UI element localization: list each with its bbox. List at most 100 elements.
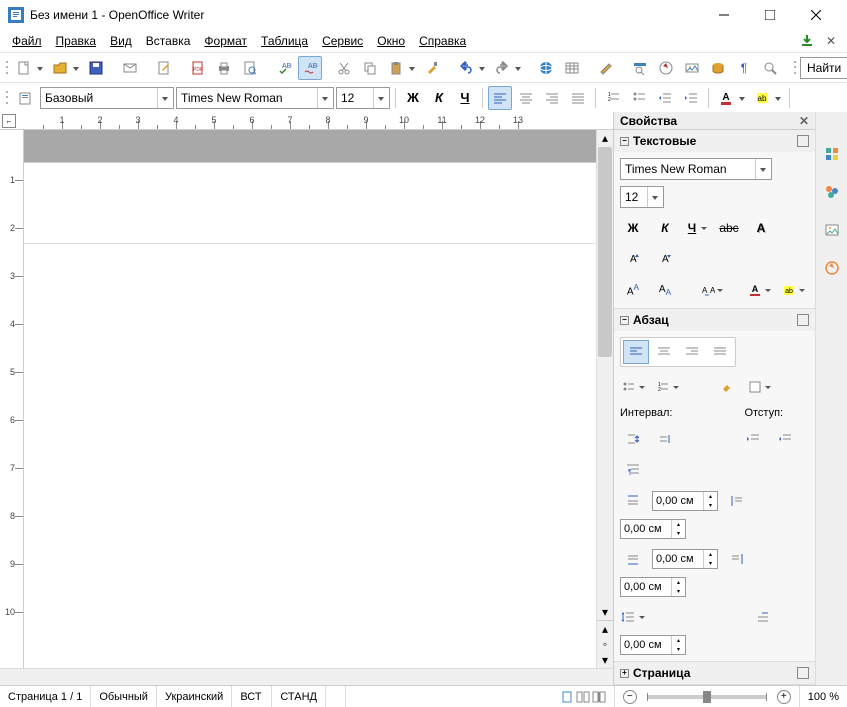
sidebar-char-spacing-button[interactable]: AA <box>698 278 726 302</box>
font-size-select[interactable]: 12 <box>336 87 390 109</box>
document-canvas[interactable] <box>24 130 596 668</box>
download-update-icon[interactable] <box>795 29 819 53</box>
font-name-select[interactable]: Times New Roman <box>176 87 334 109</box>
sidebar-size-select[interactable]: 12 <box>620 186 664 208</box>
print-button[interactable] <box>212 56 236 80</box>
status-selection-mode[interactable]: СТАНД <box>272 686 326 707</box>
menu-file[interactable]: Файл <box>6 32 48 50</box>
menu-help[interactable]: Справка <box>413 32 472 50</box>
navigator-button[interactable] <box>654 56 678 80</box>
sidebar-inc-spacing[interactable] <box>620 427 646 451</box>
below-spacing-input[interactable]: ▴▾ <box>652 549 718 569</box>
menu-insert[interactable]: Вставка <box>140 32 197 50</box>
sidebar-tab-navigator[interactable] <box>820 256 844 280</box>
print-preview-button[interactable] <box>238 56 262 80</box>
italic-button[interactable]: К <box>427 86 451 110</box>
menu-window[interactable]: Окно <box>371 32 411 50</box>
copy-button[interactable] <box>358 56 382 80</box>
gallery-button[interactable] <box>680 56 704 80</box>
left-indent-input[interactable]: ▴▾ <box>620 519 686 539</box>
align-left-button[interactable] <box>488 86 512 110</box>
sidebar-align-justify[interactable] <box>707 340 733 364</box>
find-replace-button[interactable] <box>628 56 652 80</box>
status-language[interactable]: Украинский <box>157 686 232 707</box>
menu-table[interactable]: Таблица <box>255 32 314 50</box>
zoom-in-button[interactable]: + <box>777 690 791 704</box>
sidebar-section-page-header[interactable]: +Страница <box>614 662 815 684</box>
sidebar-underline-button[interactable]: Ч <box>684 216 710 240</box>
sidebar-close-button[interactable]: ✕ <box>799 114 809 128</box>
zoom-button[interactable] <box>758 56 782 80</box>
toolbar-grip[interactable] <box>4 88 10 108</box>
open-button[interactable] <box>48 56 82 80</box>
redo-button[interactable] <box>490 56 524 80</box>
sidebar-superscript-button[interactable]: AA <box>620 278 646 302</box>
align-center-button[interactable] <box>514 86 538 110</box>
sidebar-numbering-button[interactable]: 12 <box>654 375 682 399</box>
table-button[interactable] <box>560 56 584 80</box>
paste-button[interactable] <box>384 56 418 80</box>
menu-tools[interactable]: Сервис <box>316 32 369 50</box>
cut-button[interactable] <box>332 56 356 80</box>
first-line-indent-input[interactable]: ▴▾ <box>620 635 686 655</box>
autospell-button[interactable]: ABC <box>298 56 322 80</box>
format-paintbrush-button[interactable] <box>420 56 444 80</box>
maximize-button[interactable] <box>747 0 793 30</box>
sidebar-tab-gallery[interactable] <box>820 218 844 242</box>
vertical-scrollbar[interactable]: ▴ ▾ ▴ ◦ ▾ <box>596 130 613 668</box>
font-color-button[interactable]: A <box>714 86 748 110</box>
sidebar-dec-indent[interactable] <box>772 427 798 451</box>
sidebar-grow-font-button[interactable]: A <box>620 246 646 270</box>
sidebar-section-text-header[interactable]: −Текстовые <box>614 130 815 152</box>
sidebar-tab-styles[interactable] <box>820 180 844 204</box>
nonprinting-chars-button[interactable]: ¶ <box>732 56 756 80</box>
toolbar-grip[interactable] <box>4 58 8 78</box>
decrease-indent-button[interactable] <box>653 86 677 110</box>
bullets-button[interactable] <box>627 86 651 110</box>
line-spacing-button[interactable] <box>620 605 648 629</box>
sidebar-subscript-button[interactable]: AA <box>652 278 678 302</box>
highlight-button[interactable]: ab <box>750 86 784 110</box>
status-style[interactable]: Обычный <box>91 686 157 707</box>
align-right-button[interactable] <box>540 86 564 110</box>
mail-button[interactable] <box>118 56 142 80</box>
spellcheck-button[interactable]: ABC <box>272 56 296 80</box>
edit-doc-button[interactable] <box>152 56 176 80</box>
zoom-out-button[interactable]: − <box>623 690 637 704</box>
doc-close-button[interactable]: ✕ <box>821 34 841 48</box>
sidebar-align-center[interactable] <box>651 340 677 364</box>
underline-button[interactable]: Ч <box>453 86 477 110</box>
menu-format[interactable]: Формат <box>198 32 253 50</box>
horizontal-scrollbar[interactable] <box>0 668 613 685</box>
menu-edit[interactable]: Правка <box>50 32 103 50</box>
styles-button[interactable] <box>14 86 38 110</box>
status-insert-mode[interactable]: ВСТ <box>232 686 272 707</box>
zoom-percent[interactable]: 100 % <box>800 686 847 707</box>
sidebar-strike-button[interactable]: abc <box>716 216 742 240</box>
status-signature[interactable] <box>326 686 346 707</box>
sidebar-bgcolor-button[interactable] <box>714 375 740 399</box>
draw-functions-button[interactable] <box>594 56 618 80</box>
sidebar-italic-button[interactable]: К <box>652 216 678 240</box>
sidebar-highlight-button[interactable]: ab <box>780 278 808 302</box>
right-indent-input[interactable]: ▴▾ <box>620 577 686 597</box>
sidebar-align-right[interactable] <box>679 340 705 364</box>
sidebar-align-left[interactable] <box>623 340 649 364</box>
save-button[interactable] <box>84 56 108 80</box>
sidebar-font-color-button[interactable]: A <box>746 278 774 302</box>
export-pdf-button[interactable]: PDF <box>186 56 210 80</box>
toolbar-grip[interactable] <box>792 58 796 78</box>
hyperlink-button[interactable] <box>534 56 558 80</box>
datasources-button[interactable] <box>706 56 730 80</box>
vertical-ruler[interactable]: 12345678910 <box>0 130 24 668</box>
align-justify-button[interactable] <box>566 86 590 110</box>
view-layout-buttons[interactable] <box>552 686 614 707</box>
close-button[interactable] <box>793 0 839 30</box>
sidebar-tab-properties[interactable] <box>820 142 844 166</box>
sidebar-bold-button[interactable]: Ж <box>620 216 646 240</box>
sidebar-para-bg-button[interactable] <box>746 375 774 399</box>
sidebar-section-para-header[interactable]: −Абзац <box>614 309 815 331</box>
menu-view[interactable]: Вид <box>104 32 138 50</box>
horizontal-ruler[interactable]: ⌐ 12345678910111213 <box>0 112 613 130</box>
sidebar-font-select[interactable]: Times New Roman <box>620 158 772 180</box>
